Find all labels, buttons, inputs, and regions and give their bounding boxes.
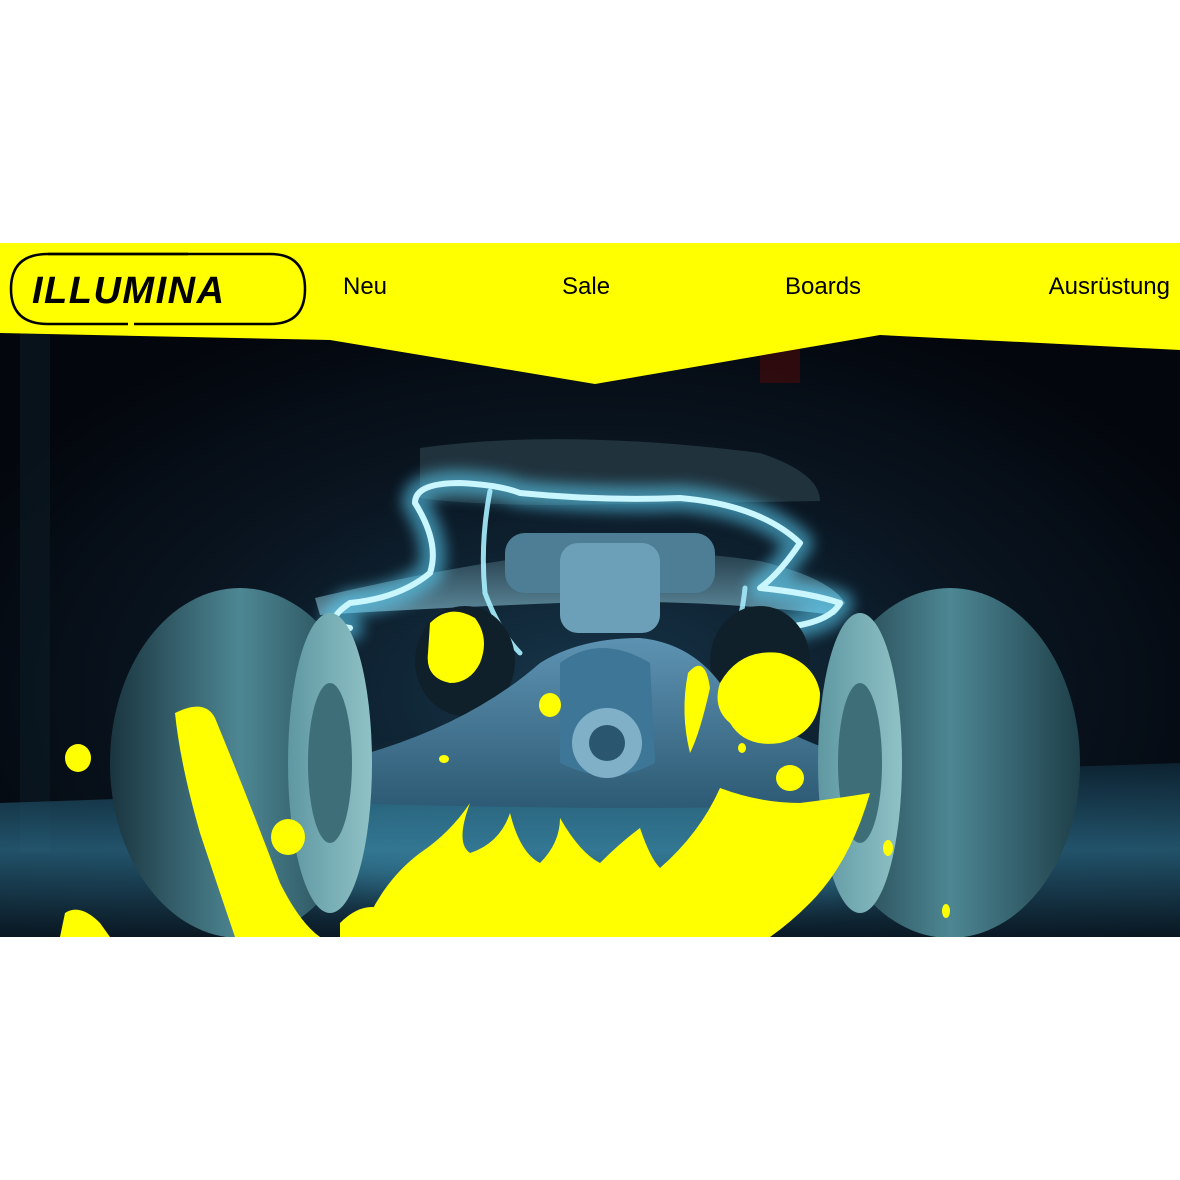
hero-banner: ILLUMINA Neu Sale Boards Ausrüstung (0, 243, 1180, 937)
nav-item-boards[interactable]: Boards (785, 273, 861, 301)
main-nav: Neu Sale Boards Ausrüstung (0, 243, 1180, 333)
nav-item-sale[interactable]: Sale (562, 273, 610, 301)
nav-item-ausruestung[interactable]: Ausrüstung (1049, 273, 1170, 301)
page: ILLUMINA Neu Sale Boards Ausrüstung (0, 0, 1180, 1180)
nav-item-neu[interactable]: Neu (343, 273, 387, 301)
